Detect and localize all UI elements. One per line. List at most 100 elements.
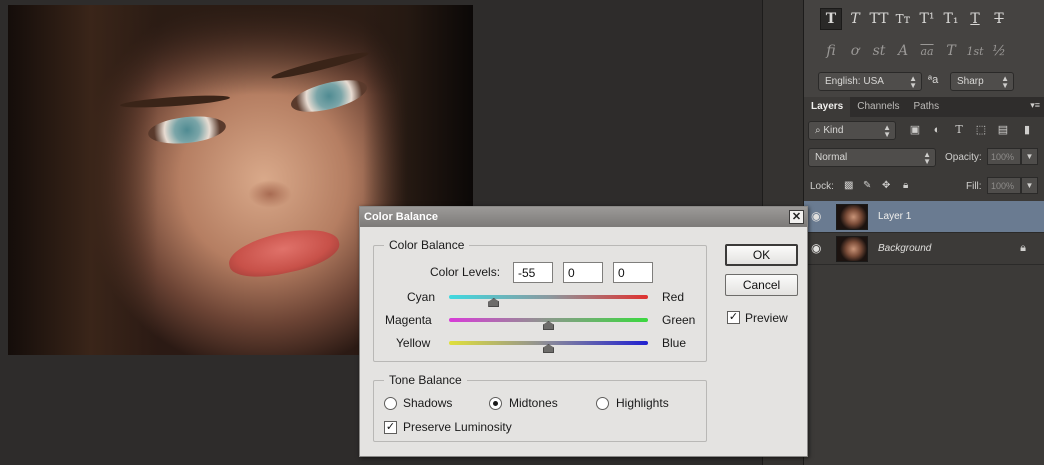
opacity-field[interactable]: 100% <box>987 148 1021 165</box>
opacity-dropdown-icon[interactable]: ▼ <box>1021 148 1038 165</box>
preserve-luminosity-label[interactable]: Preserve Luminosity <box>403 420 512 434</box>
layer-row-layer-1[interactable]: ◉ Layer 1 <box>804 201 1044 233</box>
layers-panel: Layers Channels Paths ▾≡ ⌕ Kind ▲ ▼ ▣ ◐ T… <box>804 97 1044 465</box>
fractions-button[interactable]: ½ <box>988 40 1010 62</box>
antialias-select[interactable]: Sharp ▲ ▼ <box>950 72 1014 91</box>
midtones-radio[interactable] <box>489 397 502 410</box>
pixel-filter-icon[interactable]: ▣ <box>906 121 924 139</box>
fill-label: Fill: <box>966 181 982 192</box>
filter-toggle-icon[interactable]: ▮ <box>1018 121 1036 139</box>
titling-button[interactable]: aa <box>916 40 938 62</box>
yellow-blue-slider-thumb[interactable] <box>543 344 554 353</box>
cyan-red-slider[interactable] <box>449 295 648 299</box>
lock-transparent-icon[interactable]: ▩ <box>844 180 853 191</box>
lock-image-icon[interactable]: ✎ <box>863 180 871 191</box>
magenta-label: Magenta <box>385 313 432 327</box>
filter-search-icon: ⌕ <box>815 125 821 136</box>
layer-filter-select[interactable]: ⌕ Kind ▲ ▼ <box>808 121 896 140</box>
highlights-label[interactable]: Highlights <box>616 396 669 410</box>
magenta-green-slider-thumb[interactable] <box>543 321 554 330</box>
ok-button[interactable]: OK <box>725 244 798 266</box>
select-caret-icon: ▲ ▼ <box>923 150 931 166</box>
midtones-label[interactable]: Midtones <box>509 396 558 410</box>
tab-channels[interactable]: Channels <box>850 97 906 117</box>
ligature-button[interactable]: ﬁ <box>820 40 842 62</box>
alt-ligature-button[interactable]: ơ <box>844 40 866 62</box>
lock-label: Lock: <box>810 181 834 192</box>
red-label: Red <box>662 290 685 304</box>
magenta-green-level-input[interactable]: 0 <box>563 262 603 283</box>
all-caps-button[interactable]: TT <box>868 8 890 30</box>
cyan-red-slider-thumb[interactable] <box>488 298 500 307</box>
panel-menu-icon[interactable]: ▾≡ <box>1030 100 1040 111</box>
highlights-radio[interactable] <box>596 397 609 410</box>
character-panel: T T TT Tт T¹ T₁ T T ﬁ ơ st A aa T 1st ½ … <box>804 0 1044 97</box>
color-balance-group-title: Color Balance <box>384 238 470 252</box>
select-caret-icon: ▲ ▼ <box>883 123 891 139</box>
close-icon[interactable]: ✕ <box>789 210 804 224</box>
photo-lips <box>225 221 343 285</box>
color-levels-label: Color Levels: <box>430 265 501 279</box>
select-caret-icon: ▲ ▼ <box>909 74 917 90</box>
smart-object-filter-icon[interactable]: ▤ <box>994 121 1012 139</box>
shape-filter-icon[interactable]: ⬚ <box>972 121 990 139</box>
blend-mode-value: Normal <box>815 152 848 163</box>
swash-button[interactable]: A <box>892 40 914 62</box>
layer-lock-icon: 🔒︎ <box>1020 242 1026 254</box>
shadows-radio[interactable] <box>384 397 397 410</box>
shadows-label[interactable]: Shadows <box>403 396 452 410</box>
preview-label[interactable]: Preview <box>745 311 788 325</box>
panel-tabs: Layers Channels Paths ▾≡ <box>804 97 1044 117</box>
antialias-icon: ªa <box>928 74 939 86</box>
visibility-eye-icon[interactable]: ◉ <box>811 241 825 255</box>
adjustment-filter-icon[interactable]: ◐ <box>928 121 946 139</box>
blend-mode-select[interactable]: Normal ▲ ▼ <box>808 148 936 167</box>
visibility-eye-icon[interactable]: ◉ <box>811 209 825 223</box>
faux-bold-button[interactable]: T <box>820 8 842 30</box>
strikethrough-button[interactable]: T <box>988 8 1010 30</box>
ordinals-button[interactable]: 1st <box>964 40 986 62</box>
color-balance-dialog: Color Balance ✕ Color Balance Color Leve… <box>359 206 808 457</box>
preserve-luminosity-checkbox[interactable]: ✓ <box>384 421 397 434</box>
layer-row-background[interactable]: ◉ Background 🔒︎ <box>804 233 1044 265</box>
faux-italic-button[interactable]: T <box>844 8 866 30</box>
tone-balance-group-title: Tone Balance <box>384 373 467 387</box>
opacity-label: Opacity: <box>945 152 982 163</box>
underline-button[interactable]: T <box>964 8 986 30</box>
layer-thumbnail <box>836 204 868 230</box>
select-caret-icon: ▲ ▼ <box>1001 74 1009 90</box>
small-caps-button[interactable]: Tт <box>892 8 914 30</box>
layer-name: Layer 1 <box>878 211 912 222</box>
yellow-blue-level-input[interactable]: 0 <box>613 262 653 283</box>
fill-field[interactable]: 100% <box>987 177 1021 194</box>
language-select[interactable]: English: USA ▲ ▼ <box>818 72 922 91</box>
blue-label: Blue <box>662 336 687 350</box>
filter-value: Kind <box>823 125 844 136</box>
tab-paths[interactable]: Paths <box>907 97 947 117</box>
lock-all-icon[interactable]: 🔒︎ <box>903 180 908 191</box>
cyan-label: Cyan <box>407 290 436 304</box>
dialog-title-bar[interactable]: Color Balance ✕ <box>360 207 807 227</box>
fill-dropdown-icon[interactable]: ▼ <box>1021 177 1038 194</box>
antialias-value: Sharp <box>957 76 984 87</box>
lock-position-icon[interactable]: ✥ <box>882 180 890 191</box>
subscript-button[interactable]: T₁ <box>940 8 962 30</box>
preview-checkbox[interactable]: ✓ <box>727 311 740 324</box>
photo-nose <box>248 180 292 208</box>
layer-name: Background <box>878 243 932 254</box>
panel-stack: T T TT Tт T¹ T₁ T T ﬁ ơ st A aa T 1st ½ … <box>804 0 1044 465</box>
photo-eye-left <box>146 112 228 148</box>
opentype-row: ﬁ ơ st A aa T 1st ½ <box>820 40 1010 62</box>
layer-thumbnail <box>836 236 868 262</box>
photo-hair-left <box>8 5 158 355</box>
cancel-button[interactable]: Cancel <box>725 274 798 296</box>
dialog-title: Color Balance <box>364 211 438 223</box>
type-filter-icon[interactable]: T <box>950 121 968 139</box>
stylistic-button[interactable]: st <box>868 40 890 62</box>
cyan-red-level-input[interactable]: -55 <box>513 262 553 283</box>
tab-layers[interactable]: Layers <box>804 97 851 117</box>
color-balance-group: Color Balance Color Levels: -55 0 0 Cyan… <box>373 238 707 362</box>
ornaments-button[interactable]: T <box>940 40 962 62</box>
superscript-button[interactable]: T¹ <box>916 8 938 30</box>
yellow-label: Yellow <box>396 336 431 350</box>
